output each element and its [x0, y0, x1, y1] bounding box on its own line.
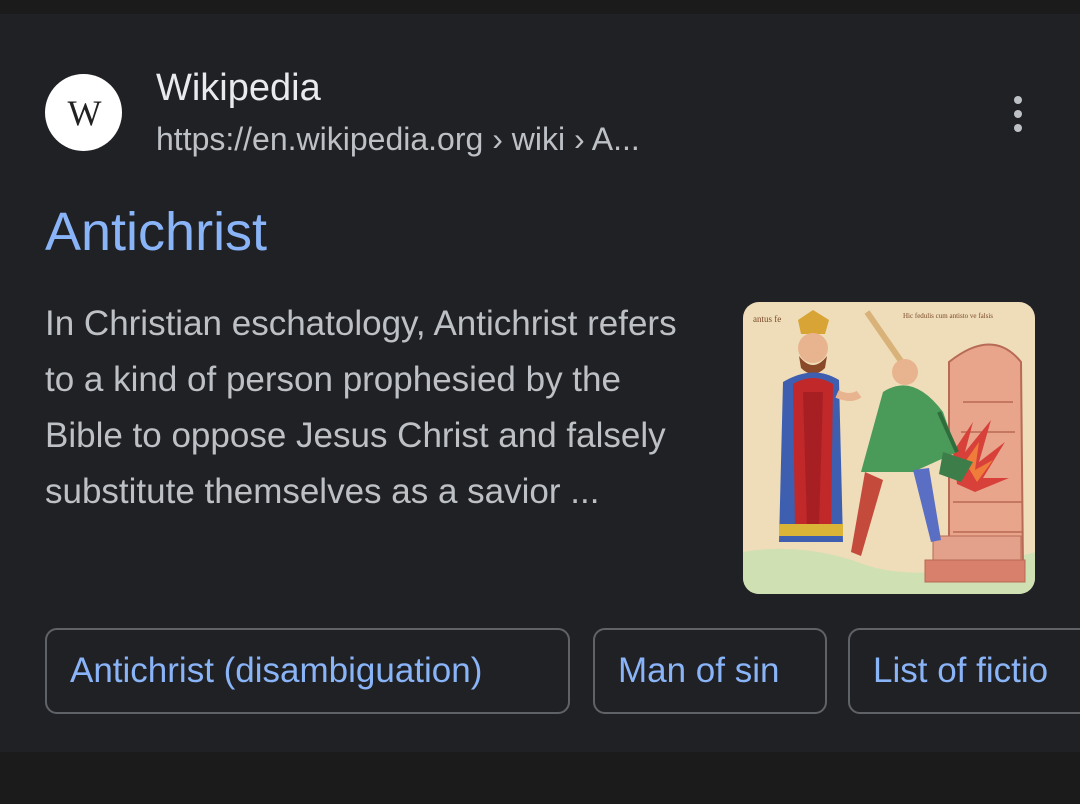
- site-name: Wikipedia: [156, 67, 321, 109]
- more-options-button[interactable]: [994, 88, 1042, 140]
- more-vert-icon: [1014, 96, 1022, 104]
- chip-antichrist-disambiguation[interactable]: Antichrist (disambiguation): [45, 628, 570, 714]
- result-thumbnail-image[interactable]: antus fe Hic fedulis cum antisto ve fals…: [743, 302, 1035, 594]
- chip-list-of-fictional[interactable]: List of fictio: [848, 628, 1080, 714]
- thumbnail-caption-left: antus fe: [753, 314, 781, 324]
- favicon-letter: W: [67, 92, 102, 133]
- result-title-link[interactable]: Antichrist: [45, 200, 267, 264]
- wikipedia-favicon-icon: W: [45, 74, 122, 151]
- chip-man-of-sin[interactable]: Man of sin: [593, 628, 827, 714]
- result-snippet: In Christian eschatology, Antichrist ref…: [45, 304, 677, 511]
- related-chips-row: Antichrist (disambiguation) Man of sin L…: [45, 628, 1080, 716]
- search-results-page: W Wikipedia https://en.wikipedia.org › w…: [0, 0, 1080, 804]
- site-url-breadcrumb: https://en.wikipedia.org › wiki › A...: [156, 121, 640, 157]
- thumbnail-caption-right: Hic fedulis cum antisto ve falsis: [903, 312, 993, 320]
